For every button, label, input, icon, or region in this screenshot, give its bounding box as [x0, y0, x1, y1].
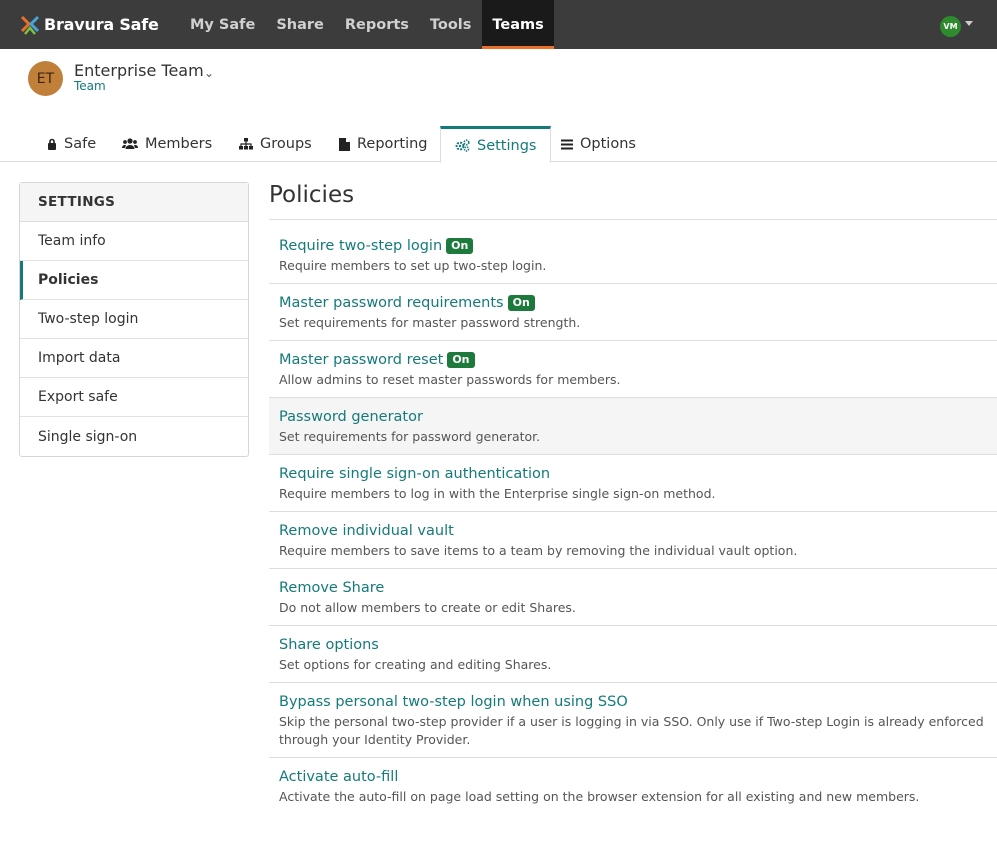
policy-description: Set requirements for master password str… [279, 315, 581, 330]
policy-description: Do not allow members to create or edit S… [279, 600, 576, 615]
tab-label: Options [580, 136, 636, 152]
nav-reports[interactable]: Reports [335, 0, 419, 49]
team-tabs: Safe Members Groups Reporting Settings O… [0, 126, 997, 163]
tab-members[interactable]: Members [122, 126, 212, 162]
nav-share[interactable]: Share [266, 0, 334, 49]
file-icon [339, 137, 350, 151]
policy-title[interactable]: Activate auto-fill [279, 769, 398, 785]
nav-tools[interactable]: Tools [420, 0, 482, 49]
sitemap-icon [239, 138, 253, 150]
sidebar-item-policies[interactable]: Policies [20, 261, 248, 300]
gears-icon [455, 139, 470, 152]
tab-groups[interactable]: Groups [239, 126, 312, 162]
policy-list: Require two-step login On Require members… [269, 227, 997, 814]
tab-settings[interactable]: Settings [440, 126, 552, 163]
caret-down-icon[interactable] [965, 21, 973, 26]
nav-teams[interactable]: Teams [482, 0, 554, 49]
brand-name: Bravura Safe [44, 15, 159, 34]
tab-label: Members [145, 136, 213, 152]
policy-item[interactable]: Bypass personal two-step login when usin… [269, 683, 997, 758]
team-name[interactable]: Enterprise Team [74, 61, 204, 80]
brand[interactable]: Bravura Safe [20, 0, 159, 49]
policy-title[interactable]: Remove Share [279, 580, 384, 596]
status-badge: On [446, 238, 474, 254]
main-nav: My Safe Share Reports Tools Teams [180, 0, 554, 49]
top-navbar: Bravura Safe My Safe Share Reports Tools… [0, 0, 997, 49]
tab-label: Reporting [357, 136, 428, 152]
nav-my-safe[interactable]: My Safe [180, 0, 265, 49]
policy-description: Activate the auto-fill on page load sett… [279, 789, 920, 804]
bravura-logo-icon [20, 15, 40, 35]
sidebar-item-import-data[interactable]: Import data [20, 339, 248, 378]
sidebar-heading: SETTINGS [20, 183, 248, 222]
sidebar-item-two-step-login[interactable]: Two-step login [20, 300, 248, 339]
policy-description: Require members to save items to a team … [279, 543, 798, 558]
policy-item[interactable]: Remove Share Do not allow members to cre… [269, 569, 997, 626]
policy-item[interactable]: Password generator Set requirements for … [269, 398, 997, 455]
tab-reporting[interactable]: Reporting [339, 126, 428, 162]
users-icon [122, 138, 138, 150]
team-avatar: ET [28, 61, 63, 96]
tab-label: Settings [477, 137, 537, 154]
status-badge: On [447, 352, 475, 368]
tab-safe[interactable]: Safe [47, 126, 96, 162]
policy-item[interactable]: Master password requirements On Set requi… [269, 284, 997, 341]
bars-icon [561, 139, 573, 150]
settings-sidebar: SETTINGS Team info Policies Two-step log… [19, 182, 249, 457]
sidebar-item-team-info[interactable]: Team info [20, 222, 248, 261]
sidebar-item-single-sign-on[interactable]: Single sign-on [20, 417, 248, 456]
policy-title[interactable]: Bypass personal two-step login when usin… [279, 694, 628, 710]
lock-icon [47, 138, 57, 150]
user-avatar[interactable]: VM [940, 16, 961, 37]
policy-title[interactable]: Share options [279, 637, 379, 653]
tab-label: Safe [64, 136, 97, 152]
policy-title[interactable]: Master password requirements [279, 295, 504, 311]
tab-label: Groups [260, 136, 312, 152]
policy-item[interactable]: Activate auto-fill Activate the auto-fil… [269, 758, 997, 814]
policy-description: Require members to set up two-step login… [279, 258, 547, 273]
policy-item[interactable]: Remove individual vault Require members … [269, 512, 997, 569]
policy-title[interactable]: Require single sign-on authentication [279, 466, 550, 482]
title-divider [269, 219, 997, 220]
policy-item[interactable]: Require two-step login On Require members… [269, 227, 997, 284]
tab-options[interactable]: Options [561, 126, 636, 162]
sidebar-item-export-safe[interactable]: Export safe [20, 378, 248, 417]
policy-title[interactable]: Require two-step login [279, 238, 442, 254]
policy-title[interactable]: Password generator [279, 409, 423, 425]
policy-description: Skip the personal two-step provider if a… [279, 714, 984, 747]
policy-description: Set options for creating and editing Sha… [279, 657, 552, 672]
policy-title[interactable]: Master password reset [279, 352, 443, 368]
status-badge: On [507, 295, 535, 311]
policy-item[interactable]: Require single sign-on authentication Re… [269, 455, 997, 512]
policy-description: Set requirements for password generator. [279, 429, 541, 444]
chevron-down-icon[interactable]: ⌄ [204, 66, 214, 80]
policy-item[interactable]: Share options Set options for creating a… [269, 626, 997, 683]
policy-title[interactable]: Remove individual vault [279, 523, 454, 539]
policy-item[interactable]: Master password reset On Allow admins to … [269, 341, 997, 398]
team-type: Team [74, 79, 106, 93]
page-title: Policies [269, 182, 355, 208]
policy-description: Allow admins to reset master passwords f… [279, 372, 621, 387]
policy-description: Require members to log in with the Enter… [279, 486, 716, 501]
